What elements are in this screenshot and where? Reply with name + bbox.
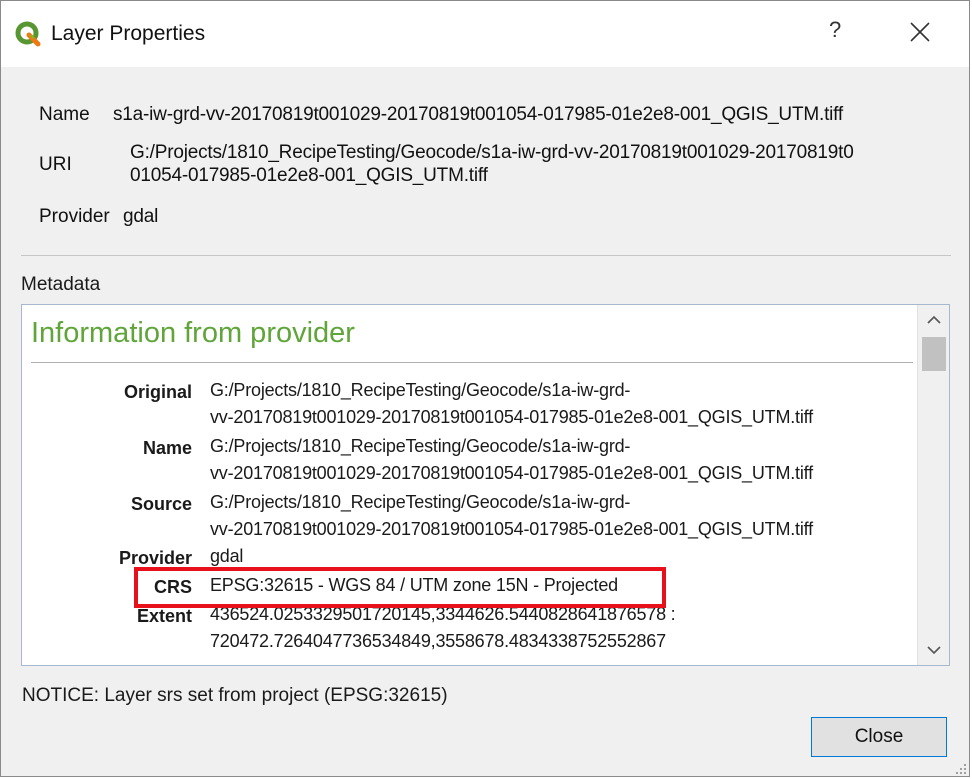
- help-button[interactable]: ?: [829, 17, 841, 43]
- meta-key-crs: CRS: [153, 577, 192, 597]
- meta-val-name-1: G:/Projects/1810_RecipeTesting/Geocode/s…: [210, 436, 631, 456]
- meta-val-extent-2: 720472.7264047736534849,3558678.48343387…: [210, 631, 666, 651]
- provider-value: gdal: [123, 206, 159, 227]
- meta-key-source: Source: [130, 494, 192, 514]
- meta-val-extent-1: 436524.0253329501720145,3344626.54408286…: [210, 604, 676, 624]
- notice-text: NOTICE: Layer srs set from project (EPSG…: [22, 685, 448, 706]
- metadata-panel[interactable]: Information from provider Original G:/Pr…: [21, 304, 950, 666]
- meta-val-provider: gdal: [210, 546, 244, 566]
- chevron-down-icon: [927, 646, 941, 655]
- close-button[interactable]: Close: [811, 717, 947, 757]
- name-label: Name: [39, 104, 90, 125]
- metadata-heading: Information from provider: [31, 317, 355, 349]
- meta-key-extent: Extent: [136, 606, 192, 626]
- meta-val-source-2: vv-20170819t001029-20170819t001054-01798…: [210, 519, 813, 539]
- window-title: Layer Properties: [51, 22, 206, 45]
- metadata-scrollbar[interactable]: [917, 305, 949, 665]
- scroll-thumb[interactable]: [922, 337, 946, 371]
- provider-label: Provider: [39, 206, 110, 227]
- section-divider: [21, 255, 951, 256]
- meta-key-name: Name: [142, 438, 192, 458]
- scroll-up-button[interactable]: [918, 305, 949, 335]
- name-value: s1a-iw-grd-vv-20170819t001029-20170819t0…: [113, 104, 843, 125]
- title-bar: Layer Properties ?: [1, 1, 969, 67]
- uri-value-line2: 01054-017985-01e2e8-001_QGIS_UTM.tiff: [130, 165, 488, 186]
- uri-value-line1: G:/Projects/1810_RecipeTesting/Geocode/s…: [130, 142, 854, 163]
- meta-key-original: Original: [123, 382, 192, 402]
- meta-val-original-1: G:/Projects/1810_RecipeTesting/Geocode/s…: [210, 380, 631, 400]
- layer-properties-dialog: Layer Properties ? Name s1a-iw-grd-vv-20…: [0, 0, 970, 777]
- uri-label: URI: [39, 154, 72, 175]
- close-icon[interactable]: [907, 19, 933, 45]
- chevron-up-icon: [927, 315, 941, 324]
- resize-grip-icon[interactable]: [953, 761, 967, 775]
- heading-rule: [31, 362, 913, 363]
- metadata-label: Metadata: [21, 274, 101, 295]
- meta-val-source-1: G:/Projects/1810_RecipeTesting/Geocode/s…: [210, 492, 631, 512]
- scroll-down-button[interactable]: [918, 635, 949, 665]
- meta-val-crs: EPSG:32615 - WGS 84 / UTM zone 15N - Pro…: [210, 575, 618, 595]
- meta-val-original-2: vv-20170819t001029-20170819t001054-01798…: [210, 407, 813, 427]
- meta-val-name-2: vv-20170819t001029-20170819t001054-01798…: [210, 463, 813, 483]
- meta-key-provider: Provider: [118, 548, 192, 568]
- qgis-logo-icon: [15, 21, 41, 47]
